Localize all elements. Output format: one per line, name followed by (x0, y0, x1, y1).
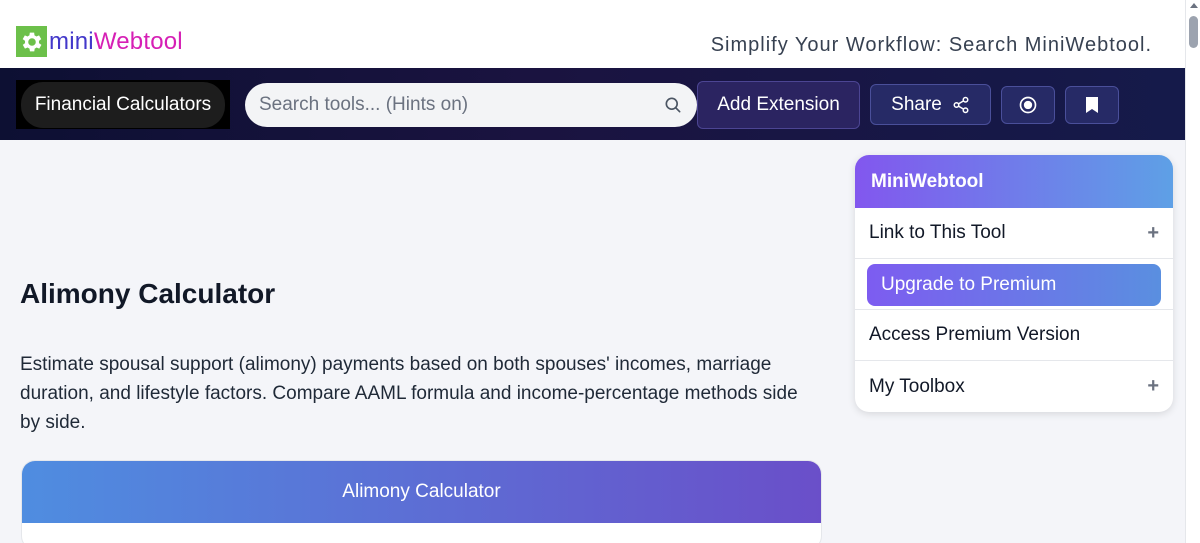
scroll-up-icon[interactable] (1190, 3, 1198, 8)
logo-mini: mini (49, 27, 94, 55)
search-input[interactable] (259, 94, 663, 116)
bookmark-button[interactable] (1065, 86, 1119, 124)
gear-icon (16, 26, 47, 57)
share-icon (953, 96, 969, 113)
plus-icon[interactable]: + (1147, 375, 1159, 398)
search-icon[interactable] (663, 95, 683, 115)
nav-bar: Financial Calculators Add Extension Shar… (0, 68, 1185, 140)
sidebar-item-label: Link to This Tool (869, 222, 1006, 243)
logo-webtool: Webtool (93, 27, 183, 55)
logo-text: miniWebtool (49, 28, 183, 56)
share-button[interactable]: Share (870, 84, 991, 125)
add-extension-button[interactable]: Add Extension (697, 81, 860, 129)
page-title: Alimony Calculator (20, 278, 276, 309)
upgrade-premium-button[interactable]: Upgrade to Premium (867, 264, 1161, 306)
sidebar-title: MiniWebtool (855, 155, 1173, 208)
page-scrollbar[interactable] (1185, 0, 1200, 543)
sidebar-item-premium[interactable]: Access Premium Version (855, 310, 1173, 361)
scrollbar-thumb[interactable] (1189, 16, 1198, 48)
sidebar-panel: MiniWebtool Link to This Tool + Upgrade … (855, 155, 1173, 412)
bookmark-icon (1086, 97, 1098, 113)
sidebar-item-link[interactable]: Link to This Tool + (855, 208, 1173, 259)
calculator-card-header: Alimony Calculator (22, 461, 821, 523)
category-button[interactable]: Financial Calculators (16, 80, 230, 129)
site-logo[interactable]: miniWebtool (16, 26, 183, 57)
record-button[interactable] (1001, 86, 1055, 124)
search-box[interactable] (245, 83, 697, 127)
page-description: Estimate spousal support (alimony) payme… (20, 354, 798, 433)
tagline: Simplify Your Workflow: Search MiniWebto… (710, 34, 1152, 56)
sidebar-item-toolbox[interactable]: My Toolbox + (855, 361, 1173, 412)
calculator-card: Alimony Calculator (21, 460, 822, 543)
plus-icon[interactable]: + (1147, 222, 1159, 245)
sidebar-item-label: Access Premium Version (869, 324, 1081, 345)
share-label: Share (891, 93, 942, 115)
sidebar-item-upgrade: Upgrade to Premium (855, 259, 1173, 310)
top-header: miniWebtool Simplify Your Workflow: Sear… (0, 0, 1185, 68)
sidebar-item-label: My Toolbox (869, 375, 965, 397)
category-label: Financial Calculators (20, 81, 226, 128)
record-icon (1019, 96, 1037, 114)
